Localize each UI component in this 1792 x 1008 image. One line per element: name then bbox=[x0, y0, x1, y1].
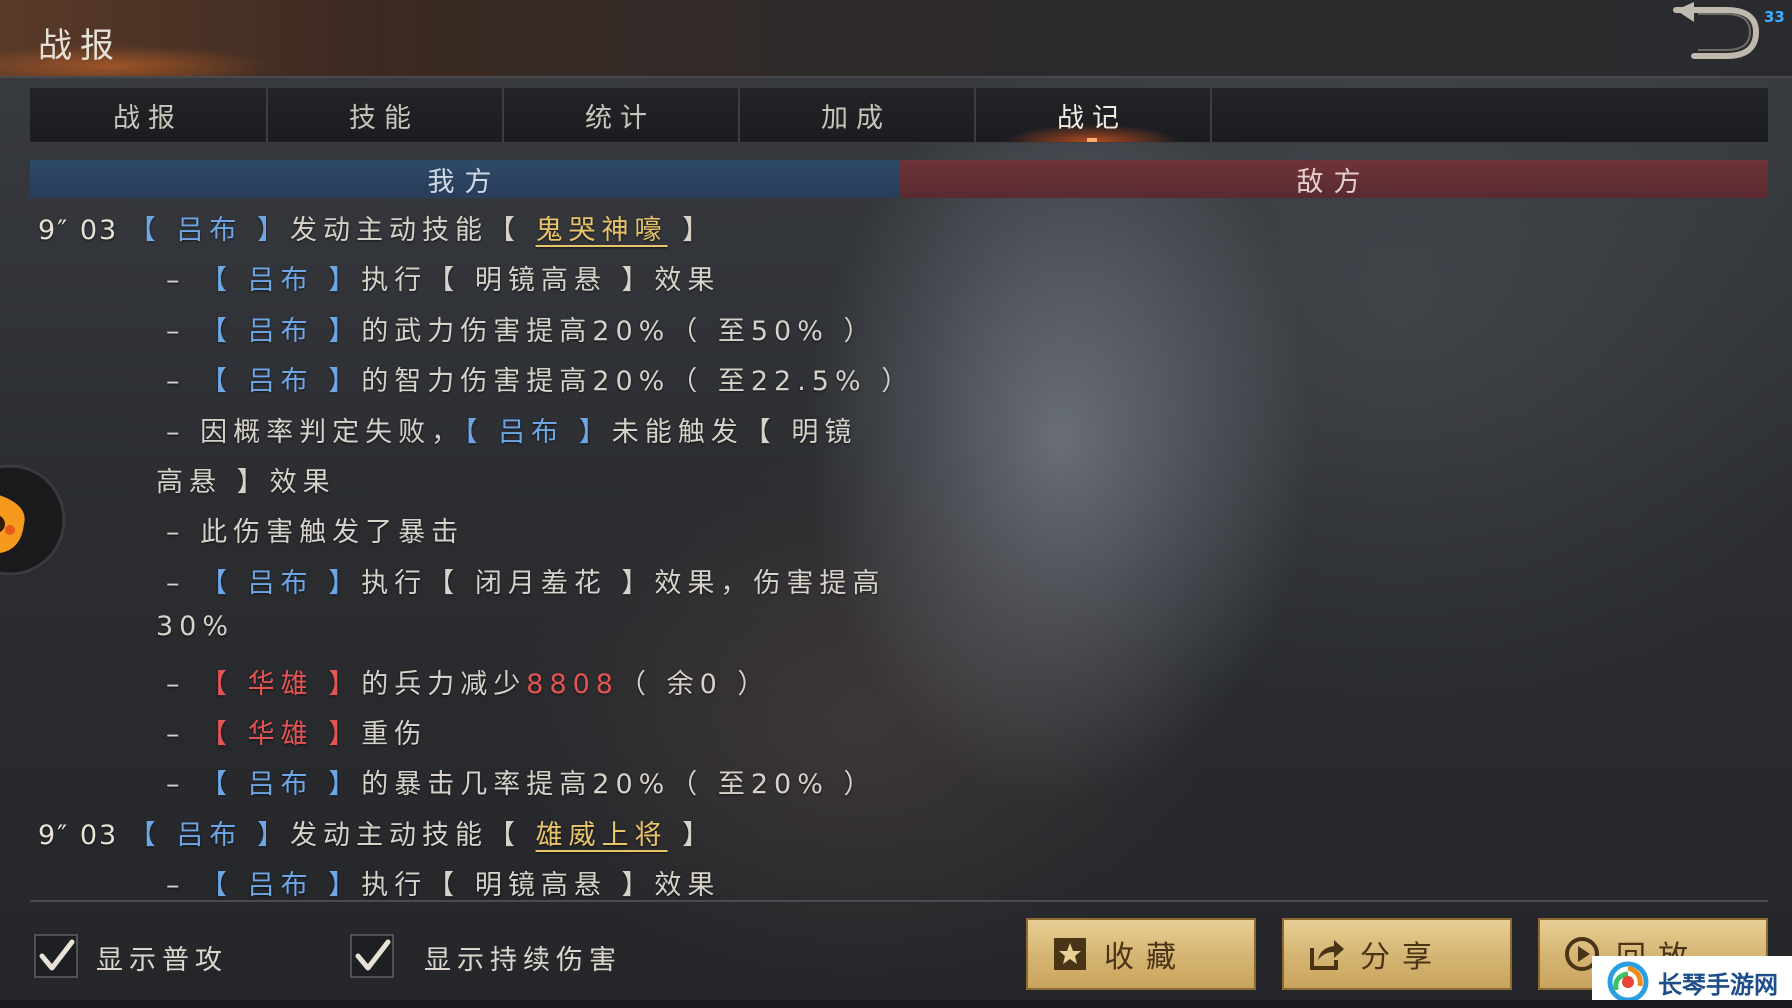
tab-label: 统计 bbox=[585, 102, 655, 134]
favorite-button[interactable]: 收藏 bbox=[1026, 918, 1256, 990]
tab-skills[interactable]: 技能 bbox=[266, 88, 504, 142]
tab-statistics[interactable]: 统计 bbox=[502, 88, 740, 142]
log-divider bbox=[30, 900, 1768, 902]
checkmark-icon bbox=[39, 939, 75, 971]
mascot-icon bbox=[0, 464, 66, 576]
tab-label: 战记 bbox=[1057, 102, 1127, 134]
tab-label: 加成 bbox=[821, 102, 891, 134]
tab-label: 技能 bbox=[349, 102, 419, 134]
show-dot-damage-checkbox[interactable] bbox=[350, 934, 394, 978]
share-label: 分享 bbox=[1360, 940, 1444, 975]
tab-battle-report[interactable]: 战报 bbox=[30, 88, 268, 142]
tab-bonus[interactable]: 加成 bbox=[738, 88, 976, 142]
bottom-strip bbox=[0, 1000, 1792, 1008]
back-button[interactable] bbox=[1668, 0, 1764, 70]
return-arrow-icon bbox=[1673, 2, 1760, 59]
tab-label: 战报 bbox=[113, 102, 183, 134]
show-normal-attack-label: 显示普攻 bbox=[96, 945, 228, 976]
battle-background bbox=[0, 0, 1792, 1008]
checkmark-icon bbox=[355, 939, 391, 971]
star-icon bbox=[1054, 938, 1086, 970]
watermark-text: 长琴手游网 bbox=[1658, 970, 1778, 999]
show-normal-attack-checkbox[interactable] bbox=[34, 934, 78, 978]
page-title: 战报 bbox=[38, 26, 122, 66]
fps-counter: 33 bbox=[1764, 8, 1785, 26]
enemy-side-header: 敌方 bbox=[899, 160, 1768, 198]
swirl-logo-icon bbox=[1607, 961, 1649, 1003]
floating-assistant-avatar[interactable] bbox=[0, 460, 66, 580]
ally-side-header: 我方 bbox=[30, 160, 899, 198]
show-dot-damage-label: 显示持续伤害 bbox=[424, 945, 622, 976]
active-tab-indicator bbox=[1087, 138, 1097, 142]
favorite-label: 收藏 bbox=[1104, 940, 1188, 975]
share-button[interactable]: 分享 bbox=[1282, 918, 1512, 990]
share-icon bbox=[1310, 940, 1344, 970]
tab-battle-record[interactable]: 战记 bbox=[974, 88, 1212, 142]
title-bar: 战报 33 bbox=[0, 0, 1792, 78]
tab-bar: 战报 技能 统计 加成 战记 bbox=[30, 88, 1768, 143]
